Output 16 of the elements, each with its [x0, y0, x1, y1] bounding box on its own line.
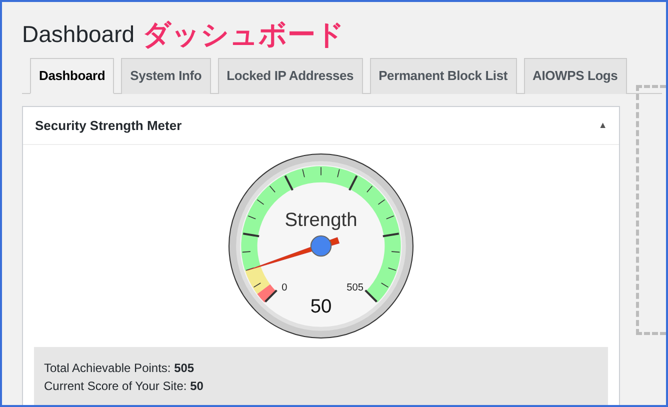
tab[interactable]: Locked IP Addresses: [218, 58, 363, 94]
collapse-toggle[interactable]: ▲: [598, 118, 608, 132]
needle-hub: [310, 235, 332, 257]
tab[interactable]: Dashboard: [30, 58, 114, 94]
panel-title: Security Strength Meter: [35, 116, 182, 135]
tab[interactable]: AIOWPS Logs: [524, 58, 627, 94]
annotation-text: ダッシュボード: [142, 18, 345, 52]
page-title: Dashboard: [22, 20, 135, 49]
max-label: 505: [346, 282, 364, 294]
gauge-label: Strength: [284, 210, 358, 231]
stat-line: Current Score of Your Site: 50: [44, 378, 204, 396]
tab[interactable]: Permanent Block List: [370, 58, 517, 94]
tab[interactable]: System Info: [121, 58, 211, 94]
stat-line: Total Achievable Points: 505: [44, 360, 196, 378]
gauge-reading: 50: [310, 296, 332, 318]
min-label: 0: [282, 282, 288, 294]
